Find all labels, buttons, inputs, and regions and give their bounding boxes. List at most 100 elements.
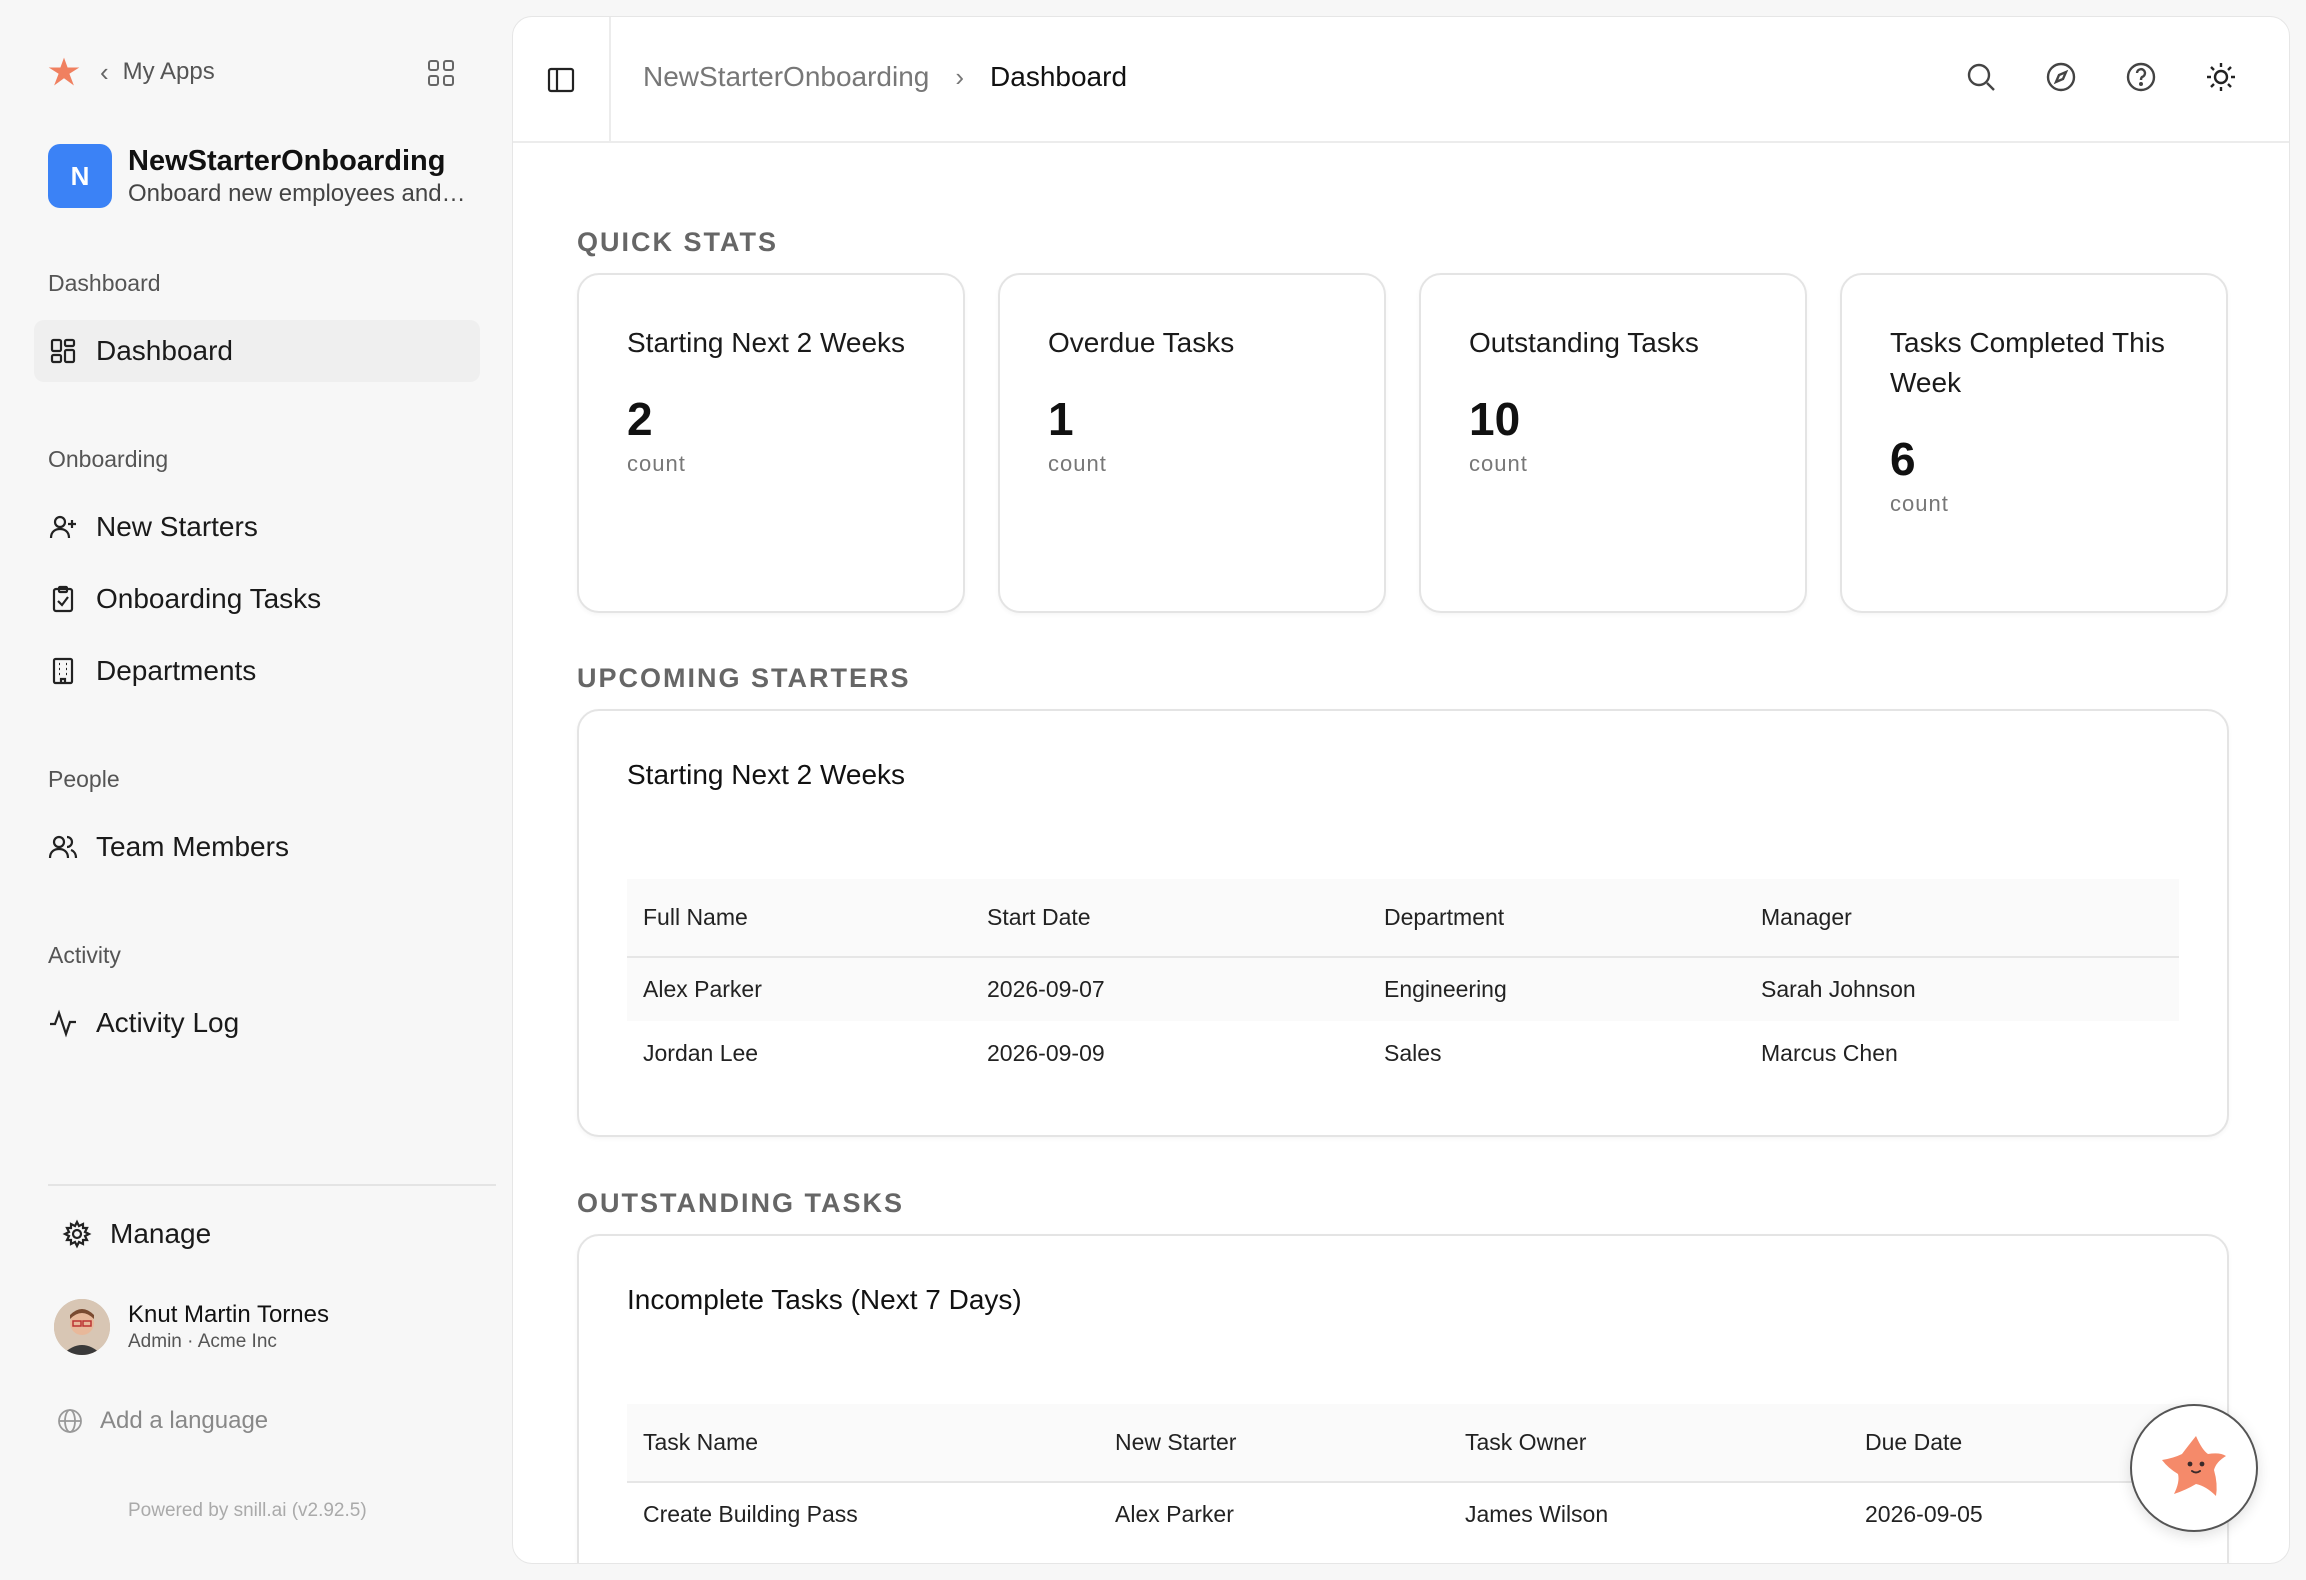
column-header[interactable]: New Starter (1099, 1404, 1449, 1483)
column-header[interactable]: Manager (1745, 879, 2179, 958)
starters-table: Full Name Start Date Department Manager … (627, 879, 2179, 1085)
sidebar-item-label: Activity Log (96, 1007, 240, 1038)
sidebar-item-label: New Starters (96, 511, 258, 542)
column-header[interactable]: Full Name (627, 879, 971, 958)
stat-title: Overdue Tasks (1048, 327, 1235, 358)
sidebar-item-dashboard[interactable]: Dashboard (34, 320, 480, 382)
column-header[interactable]: Task Owner (1449, 1404, 1849, 1483)
table-cell: Jordan Lee (643, 1039, 759, 1066)
stat-value: 10 (1469, 393, 1521, 445)
users-icon (48, 835, 78, 859)
sidebar: ‹ My Apps N NewStarterOnboarding Onboard… (0, 0, 510, 1580)
powered-by: Powered by snill.ai (v2.92.5) (128, 1500, 367, 1521)
assistant-button[interactable] (2130, 1404, 2258, 1532)
avatar-photo-icon (54, 1299, 110, 1355)
user-name: Knut Martin Tornes (128, 1301, 329, 1328)
section-title-upcoming-starters: UPCOMING STARTERS (577, 663, 911, 693)
page-header: NewStarterOnboarding › Dashboard (513, 17, 2289, 143)
stat-unit: count (1890, 491, 1949, 516)
activity-icon (50, 1009, 76, 1038)
top-nav: ‹ My Apps (46, 52, 456, 92)
apps-grid-icon[interactable] (426, 58, 456, 88)
sidebar-item-new-starters[interactable]: New Starters (34, 496, 480, 558)
column-header[interactable]: Start Date (971, 879, 1368, 958)
table-cell: Create Building Pass (643, 1501, 858, 1527)
breadcrumb-app[interactable]: NewStarterOnboarding (643, 61, 929, 93)
table-cell: 2026-09-09 (987, 1039, 1105, 1066)
stat-title: Outstanding Tasks (1469, 327, 1699, 358)
column-header[interactable]: Department (1368, 879, 1745, 958)
table-row[interactable]: Alex Parker 2026-09-07 Engineering Sarah… (627, 957, 2179, 1021)
table-row[interactable]: Create Building Pass Alex Parker James W… (627, 1482, 2179, 1546)
sidebar-item-departments[interactable]: Departments (34, 640, 480, 702)
sidebar-item-onboarding-tasks[interactable]: Onboarding Tasks (34, 568, 480, 630)
upcoming-starters-card: Starting Next 2 Weeks Full Name Start Da… (577, 709, 2229, 1137)
main-panel: NewStarterOnboarding › Dashboard QUICK S… (512, 16, 2290, 1564)
stat-card-overdue-tasks[interactable]: Overdue Tasks 1 count (998, 273, 1386, 613)
dashboard-content: QUICK STATS Starting Next 2 Weeks 2 coun… (577, 143, 2229, 1563)
stat-title: Tasks Completed This Week (1890, 327, 2165, 398)
stat-card-tasks-completed-this-week[interactable]: Tasks Completed This Week 6 count (1840, 273, 2228, 613)
dashboard-icon (50, 338, 76, 364)
sidebar-item-label: Departments (96, 655, 257, 686)
table-cell: Sales (1384, 1039, 1442, 1066)
app-avatar: N (48, 144, 112, 208)
section-label-onboarding: Onboarding (48, 446, 169, 472)
section-label-dashboard: Dashboard (48, 270, 161, 296)
sidebar-divider (48, 1184, 496, 1186)
table-cell: Sarah Johnson (1745, 957, 2179, 1021)
gear-icon (62, 1219, 92, 1249)
stat-value: 6 (1890, 433, 1916, 485)
assistant-mascot-icon (2162, 1436, 2226, 1496)
stat-card-outstanding-tasks[interactable]: Outstanding Tasks 10 count (1419, 273, 1807, 613)
table-cell: 2026-09-05 (1865, 1501, 1983, 1527)
column-header[interactable]: Task Name (627, 1404, 1099, 1483)
stat-unit: count (1469, 451, 1528, 476)
table-cell: Marcus Chen (1761, 1039, 1898, 1066)
add-language-button[interactable]: Add a language (56, 1404, 268, 1438)
compass-icon[interactable] (2043, 59, 2079, 95)
section-label-people: People (48, 766, 120, 792)
manage-label: Manage (110, 1218, 212, 1249)
section-label-activity: Activity (48, 942, 121, 968)
stat-unit: count (1048, 451, 1107, 476)
my-apps-link[interactable]: My Apps (123, 58, 215, 86)
user-profile[interactable]: Knut Martin Tornes Admin · Acme Inc (54, 1298, 329, 1356)
sidebar-item-label: Dashboard (96, 335, 233, 366)
user-role: Admin · Acme Inc (128, 1331, 277, 1352)
sidebar-item-team-members[interactable]: Team Members (34, 816, 480, 878)
card-title: Starting Next 2 Weeks (627, 759, 906, 790)
breadcrumb-current: Dashboard (990, 61, 1128, 92)
stat-value: 2 (627, 393, 653, 445)
app-description: Onboard new employees and track their pr… (128, 180, 468, 207)
user-plus-icon (49, 515, 76, 539)
sun-icon[interactable] (2203, 59, 2239, 95)
section-title-quick-stats: QUICK STATS (577, 227, 778, 257)
app-header[interactable]: N NewStarterOnboarding Onboard new emplo… (48, 142, 468, 210)
outstanding-tasks-card: Incomplete Tasks (Next 7 Days) Task Name… (577, 1234, 2229, 1563)
help-icon[interactable] (2123, 59, 2159, 95)
table-header-row: Task Name New Starter Task Owner Due Dat… (627, 1404, 2179, 1483)
stat-card-starting-next-2-weeks[interactable]: Starting Next 2 Weeks 2 count (577, 273, 965, 613)
breadcrumb: NewStarterOnboarding › Dashboard (643, 61, 1127, 93)
add-language-label: Add a language (100, 1407, 269, 1434)
table-header-row: Full Name Start Date Department Manager (627, 879, 2179, 958)
card-title: Incomplete Tasks (Next 7 Days) (627, 1284, 1022, 1315)
snill-logo-icon[interactable] (46, 54, 82, 90)
table-cell: 2026-09-07 (971, 957, 1368, 1021)
chevron-right-icon: › (955, 61, 965, 92)
stat-unit: count (627, 451, 686, 476)
app-name: NewStarterOnboarding (128, 145, 446, 177)
stat-value: 1 (1048, 393, 1074, 445)
section-title-outstanding-tasks: OUTSTANDING TASKS (577, 1188, 904, 1218)
stat-title: Starting Next 2 Weeks (627, 327, 906, 358)
manage-button[interactable]: Manage (62, 1214, 211, 1254)
sidebar-toggle-button[interactable] (513, 17, 611, 143)
avatar (54, 1299, 110, 1355)
table-cell: Alex Parker (1115, 1501, 1234, 1527)
table-row[interactable]: Jordan Lee 2026-09-09 Sales Marcus Chen (627, 1021, 2179, 1085)
search-icon[interactable] (1963, 59, 1999, 95)
chevron-left-icon[interactable]: ‹ (100, 57, 109, 88)
sidebar-item-label: Onboarding Tasks (96, 583, 322, 614)
sidebar-item-activity-log[interactable]: Activity Log (34, 992, 480, 1054)
